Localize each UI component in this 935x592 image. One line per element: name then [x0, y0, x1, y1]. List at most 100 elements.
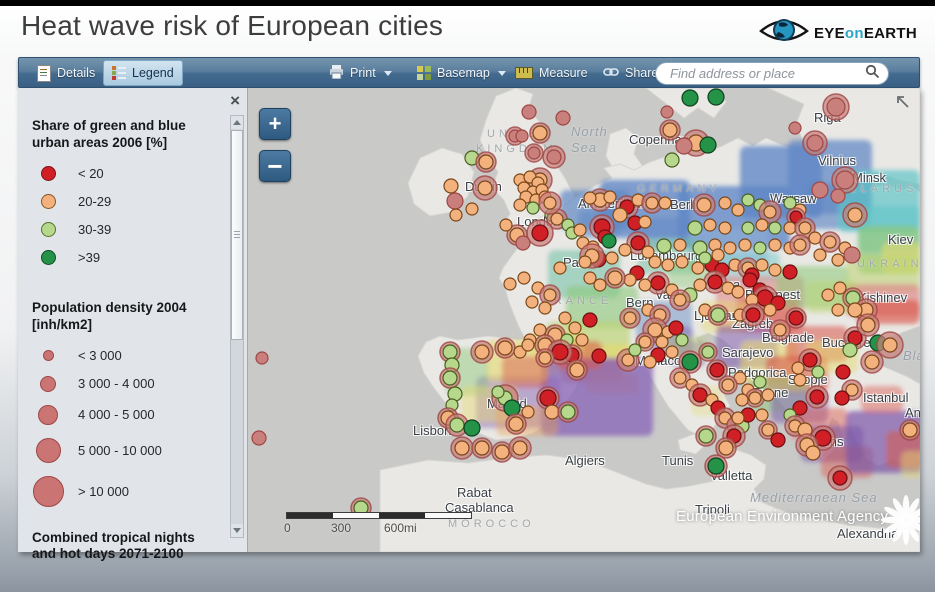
city-marker[interactable]	[665, 153, 679, 167]
city-marker[interactable]	[699, 343, 717, 361]
city-marker[interactable]	[809, 232, 821, 244]
legend-scrollbar[interactable]	[230, 115, 244, 538]
close-icon[interactable]: ×	[230, 93, 240, 109]
city-marker[interactable]	[700, 137, 716, 153]
city-marker[interactable]	[522, 406, 534, 418]
city-marker[interactable]	[812, 366, 824, 378]
city-marker[interactable]	[754, 376, 766, 388]
city-marker[interactable]	[724, 242, 736, 254]
city-marker[interactable]	[516, 236, 530, 250]
city-marker[interactable]	[559, 312, 571, 324]
city-marker[interactable]	[771, 433, 785, 447]
city-marker[interactable]	[848, 303, 862, 317]
city-marker[interactable]	[792, 362, 804, 374]
city-marker[interactable]	[806, 386, 828, 408]
zoom-in-button[interactable]: +	[259, 108, 291, 140]
city-marker[interactable]	[670, 290, 690, 310]
city-marker[interactable]	[518, 272, 530, 284]
city-marker[interactable]	[252, 431, 266, 445]
city-marker[interactable]	[514, 199, 526, 211]
zoom-out-button[interactable]: −	[259, 150, 291, 182]
basemap-button[interactable]: Basemap	[409, 61, 514, 85]
city-marker[interactable]	[836, 365, 850, 379]
city-marker[interactable]	[522, 105, 536, 119]
city-marker[interactable]	[762, 389, 774, 401]
city-marker[interactable]	[789, 122, 801, 134]
city-marker[interactable]	[719, 376, 737, 394]
city-marker[interactable]	[739, 239, 751, 251]
city-marker[interactable]	[451, 437, 473, 459]
print-button[interactable]: Print	[321, 61, 400, 85]
city-marker[interactable]	[719, 197, 731, 209]
city-marker[interactable]	[569, 322, 581, 334]
scrollbar-thumb[interactable]	[231, 130, 243, 340]
city-marker[interactable]	[473, 176, 497, 200]
details-button[interactable]: Details	[29, 61, 103, 85]
city-marker[interactable]	[545, 405, 559, 419]
city-marker[interactable]	[784, 222, 796, 234]
city-marker[interactable]	[832, 304, 844, 316]
city-marker[interactable]	[708, 89, 724, 105]
city-marker[interactable]	[526, 296, 538, 308]
city-marker[interactable]	[742, 304, 764, 326]
city-marker[interactable]	[732, 204, 744, 216]
city-marker[interactable]	[629, 344, 641, 356]
city-marker[interactable]	[620, 308, 640, 328]
city-marker[interactable]	[522, 339, 534, 351]
city-marker[interactable]	[769, 222, 781, 234]
city-marker[interactable]	[613, 208, 627, 222]
search-input[interactable]	[668, 65, 865, 82]
city-marker[interactable]	[674, 239, 686, 251]
search-icon[interactable]	[865, 64, 880, 84]
city-marker[interactable]	[843, 343, 857, 357]
city-marker[interactable]	[495, 338, 515, 358]
city-marker[interactable]	[820, 232, 840, 252]
city-marker[interactable]	[543, 146, 565, 168]
city-marker[interactable]	[466, 203, 478, 215]
city-marker[interactable]	[666, 346, 678, 358]
city-marker[interactable]	[783, 265, 797, 279]
city-marker[interactable]	[660, 120, 680, 140]
city-marker[interactable]	[812, 182, 828, 198]
city-marker[interactable]	[794, 374, 806, 386]
city-marker[interactable]	[770, 320, 790, 340]
city-marker[interactable]	[732, 286, 744, 298]
city-marker[interactable]	[574, 224, 586, 236]
city-marker[interactable]	[769, 264, 781, 276]
city-marker[interactable]	[659, 197, 671, 209]
city-marker[interactable]	[256, 352, 268, 364]
city-marker[interactable]	[803, 131, 827, 155]
city-marker[interactable]	[676, 334, 688, 346]
city-marker[interactable]	[606, 252, 618, 264]
scroll-up-arrow[interactable]	[231, 116, 243, 129]
city-marker[interactable]	[732, 412, 744, 424]
city-marker[interactable]	[472, 438, 492, 458]
city-marker[interactable]	[861, 351, 883, 373]
city-marker[interactable]	[558, 402, 578, 422]
city-marker[interactable]	[742, 222, 754, 234]
city-marker[interactable]	[676, 256, 688, 268]
measure-button[interactable]: Measure	[507, 61, 596, 85]
city-marker[interactable]	[756, 219, 768, 231]
city-marker[interactable]	[530, 123, 550, 143]
city-marker[interactable]	[500, 219, 512, 231]
city-marker[interactable]	[450, 209, 462, 221]
expand-icon[interactable]	[894, 93, 912, 111]
city-marker[interactable]	[756, 259, 768, 271]
city-marker[interactable]	[576, 334, 588, 346]
city-marker[interactable]	[719, 222, 731, 234]
city-marker[interactable]	[440, 368, 460, 388]
city-marker[interactable]	[843, 203, 867, 227]
city-marker[interactable]	[704, 219, 716, 231]
city-marker[interactable]	[661, 106, 673, 118]
city-marker[interactable]	[525, 144, 543, 162]
city-marker[interactable]	[492, 386, 504, 398]
city-marker[interactable]	[705, 455, 727, 477]
city-marker[interactable]	[694, 279, 706, 291]
city-marker[interactable]	[814, 249, 826, 261]
city-marker[interactable]	[764, 304, 776, 316]
city-marker[interactable]	[584, 192, 596, 204]
city-marker[interactable]	[832, 254, 844, 266]
city-marker[interactable]	[619, 244, 631, 256]
city-marker[interactable]	[693, 194, 715, 216]
